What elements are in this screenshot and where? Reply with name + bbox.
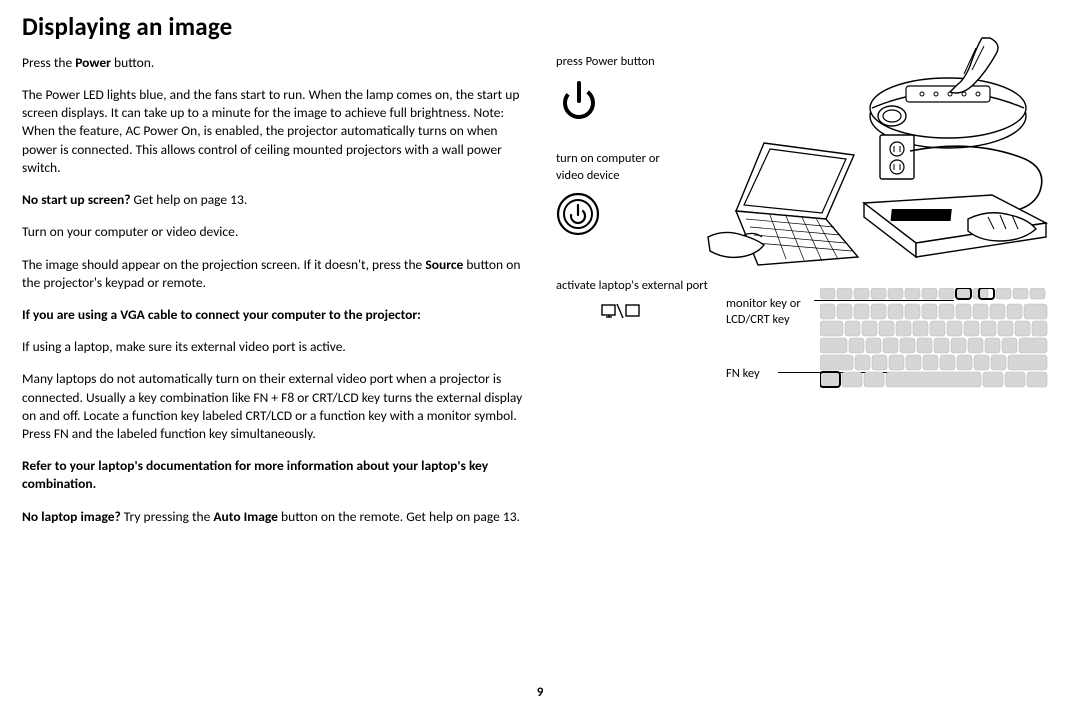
body-paragraph: The Power LED lights blue, and the fans … [22,86,532,177]
text-bold: No laptop image? [22,508,121,525]
text: button. [111,54,154,71]
text: Press the [22,54,75,71]
figure-column: press Power button [556,54,1050,540]
text: Get help on page 13. [131,191,248,208]
text-bold: Auto Image [213,508,278,525]
columns: Press the Power button. The Power LED li… [22,54,1050,540]
section-heading: If you are using a VGA cable to connect … [22,306,532,324]
manual-page: Displaying an image Press the Power butt… [0,0,1080,720]
body-text-column: Press the Power button. The Power LED li… [22,54,532,540]
text-bold: Source [425,256,463,273]
body-paragraph: Press the Power button. [22,54,532,72]
text: button on the remote. Get help on page 1… [278,508,520,525]
body-paragraph: Turn on your computer or video device. [22,223,532,241]
figure-annotation: monitor key or LCD/CRT key [726,296,816,327]
keyboard-illustration [820,288,1050,408]
monitor-key-icon [601,302,641,322]
video-device-illustration [860,131,1050,271]
body-paragraph-bold: Refer to your laptop's documentation for… [22,457,532,493]
figure-power-projector: press Power button [556,54,1050,123]
text-bold: Power [75,54,111,71]
callout-paragraph: No start up screen? Get help on page 13. [22,191,532,209]
body-paragraph: The image should appear on the projectio… [22,256,532,292]
page-number: 9 [0,684,1080,702]
laptop-illustration [706,141,866,271]
figure-caption: turn on computer or video device [556,151,686,185]
text: Try pressing the [121,508,214,525]
text: The image should appear on the projectio… [22,256,425,273]
figure-external-port: activate laptop's external port monitor … [556,278,1050,295]
body-paragraph: Many laptops do not automatically turn o… [22,370,532,443]
body-paragraph: If using a laptop, make sure its externa… [22,338,532,356]
text-bold: No start up screen? [22,191,131,208]
keyboard-key-labels: monitor key or LCD/CRT key FN key [726,296,816,381]
callout-paragraph: No laptop image? Try pressing the Auto I… [22,508,532,526]
figure-annotation: FN key [726,366,816,382]
figure-computer-video: turn on computer or video device [556,151,1050,237]
